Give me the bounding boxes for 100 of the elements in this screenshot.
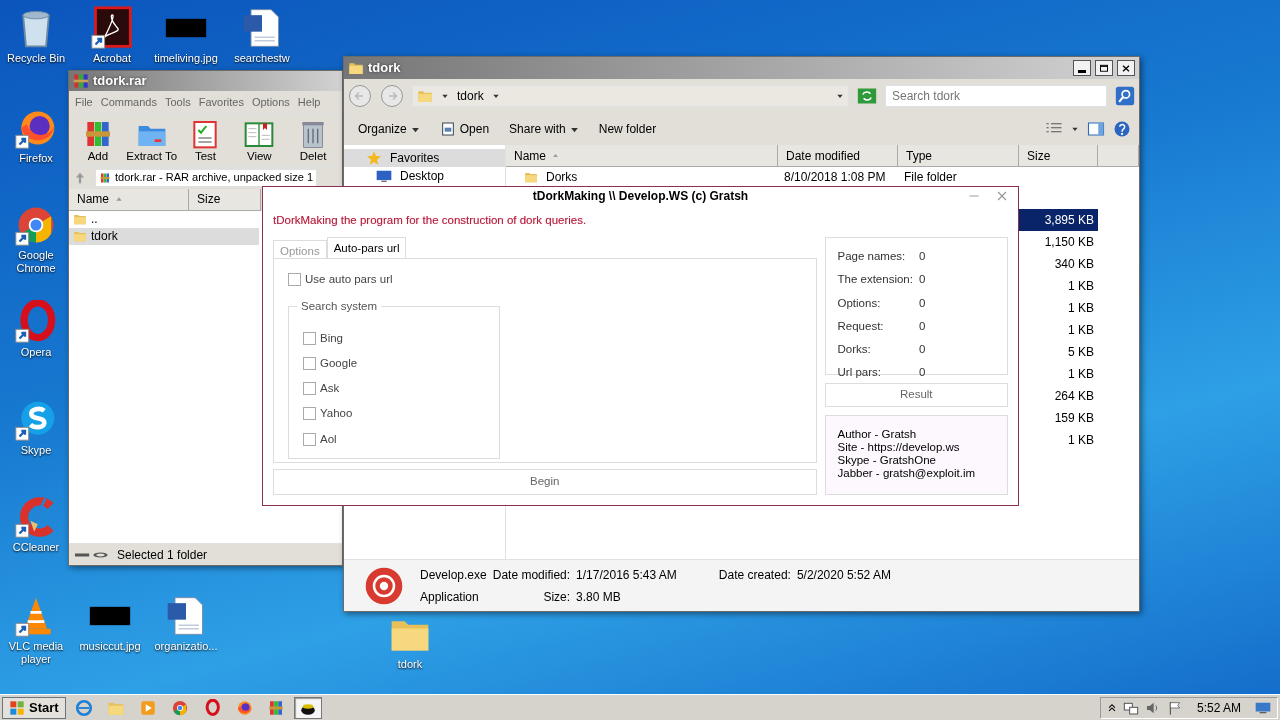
file-row[interactable]: .. [69,210,259,228]
info-line: Site - https://develop.ws [837,441,961,454]
path-field[interactable]: tdork.rar - RAR archive, unpacked size 1 [95,168,318,187]
icon-label[interactable]: searchestw [234,52,290,65]
size-cell: 1 KB [1068,433,1094,447]
icon-label[interactable]: Skype [20,444,52,457]
size-cell: 3,895 KB [1044,213,1094,227]
close-icon [1120,62,1132,74]
file-row[interactable]: 3,895 KB [1019,209,1098,231]
refresh-button[interactable] [857,87,877,105]
file-row[interactable]: Dorks 8/10/2018 1:08 PM File folder [506,167,1098,187]
column-header[interactable]: Size [189,188,261,211]
icon-label[interactable]: Firefox [19,152,53,165]
stat-value: 0 [918,295,926,311]
archive-icon [99,171,111,184]
browser-logo-icon[interactable] [14,300,58,344]
start-button[interactable]: Start [2,696,66,719]
stat-label: Url pars: [837,365,882,381]
menu-item[interactable]: Commands [96,93,161,112]
show-hidden-icons-button[interactable] [1106,702,1117,713]
dialog-title: tDorkMaking \\ Develop.WS (c) Gratsh [532,188,749,206]
icon-label[interactable]: CCleaner [12,541,60,554]
subtitle: tDorkMaking the program for the construction of dork queries. [273,212,588,228]
icon-label[interactable]: Acrobat [93,52,131,65]
file-row[interactable]: 1 KB [1019,363,1098,385]
search-field[interactable]: Search tdork [885,85,1107,107]
address-bar[interactable]: tdork [412,85,849,107]
toolbar-button[interactable]: Share with [503,118,585,140]
checkbox[interactable]: Bing [303,329,485,347]
toolbar-button[interactable]: View [232,116,287,164]
size-cell: 1 KB [1068,279,1094,293]
preview-pane-button[interactable] [1087,121,1105,137]
stat-value: 0 [918,272,926,288]
toolbar-button[interactable]: Open [433,118,496,140]
toolbar-button[interactable]: Delet [286,116,340,164]
toolbar-button[interactable]: Extract To [124,116,179,164]
checkbox[interactable]: Ask [303,380,485,398]
column-header[interactable]: Type [898,145,1019,167]
archive-icon [73,73,89,89]
result-button[interactable]: Result [824,383,1008,407]
file-row[interactable]: tdork [69,227,259,245]
field-value: 1/17/2016 5:43 AM [576,566,677,584]
file-type: Application [420,588,480,606]
size-cell: 1 KB [1068,323,1094,337]
help-button[interactable] [1113,120,1131,138]
icon-label[interactable]: Recycle Bin [6,52,66,65]
begin-button[interactable]: Begin [273,469,817,495]
file-row[interactable]: 264 KB [1019,385,1098,407]
menu-item[interactable]: Options [247,93,294,112]
info-line: Skype - GratshOne [837,454,937,467]
caret-icon [836,92,844,100]
minimize-icon [1078,69,1086,73]
pdf-icon[interactable] [90,6,134,50]
field-value: 3.80 MB [576,588,622,606]
checkbox[interactable]: Yahoo [303,405,485,423]
file-row[interactable]: 1 KB [1019,275,1098,297]
column-header[interactable]: Name [69,188,189,211]
menu-item[interactable]: File [71,93,97,112]
toolbar-button[interactable]: Test [178,116,233,164]
icon-label[interactable]: Opera [20,346,52,359]
browser-logo-icon [74,698,93,717]
checkbox[interactable]: Google [303,354,485,372]
file-row[interactable]: 1,150 KB [1019,231,1098,253]
toolbar-button[interactable]: New folder [592,118,663,140]
file-row[interactable]: 159 KB [1019,407,1098,429]
column-header[interactable]: Size [1019,145,1098,167]
show-desktop-button[interactable] [1255,700,1271,715]
taskbar-button[interactable] [293,696,322,719]
checkbox[interactable]: Use auto pars url [288,271,802,289]
file-row[interactable]: 5 KB [1019,341,1098,363]
toolbar-button[interactable]: Add [71,116,125,164]
stat-label: Dorks: [837,342,872,357]
caret-icon [1071,125,1079,133]
menu-item[interactable]: Help [293,93,325,112]
search-button[interactable] [1115,86,1135,106]
maximize-button[interactable] [1095,60,1113,76]
file-row[interactable]: 340 KB [1019,253,1098,275]
minimize-button[interactable] [1073,60,1091,76]
icon-label[interactable]: Google Chrome [0,249,72,275]
file-row[interactable]: 1 KB [1019,429,1098,451]
stat-value: 0 [918,318,926,334]
column-header[interactable]: Name [506,145,778,167]
size-cell: 340 KB [1054,257,1094,271]
close-button[interactable] [1117,60,1135,76]
date-cell: 8/10/2018 1:08 PM [784,170,886,184]
stat-label: Page names: [837,249,907,264]
sort-arrow-icon [115,195,123,203]
nav-item[interactable]: Favorites [344,149,505,167]
file-row[interactable]: 1 KB [1019,297,1098,319]
tab[interactable]: Auto-pars url [326,237,407,258]
nav-item[interactable]: Desktop [344,167,505,185]
menu-item[interactable]: Favorites [194,93,248,112]
field-value: 5/2/2020 5:52 AM [796,566,891,584]
icon-label[interactable]: timeliving.jpg [154,52,218,65]
checkbox[interactable]: Aol [303,430,485,448]
column-header[interactable]: Date modified [778,145,898,167]
toolbar-button[interactable]: Organize [352,118,426,140]
type-cell: File folder [904,170,957,184]
file-row[interactable]: 1 KB [1019,319,1098,341]
menu-item[interactable]: Tools [161,93,195,112]
